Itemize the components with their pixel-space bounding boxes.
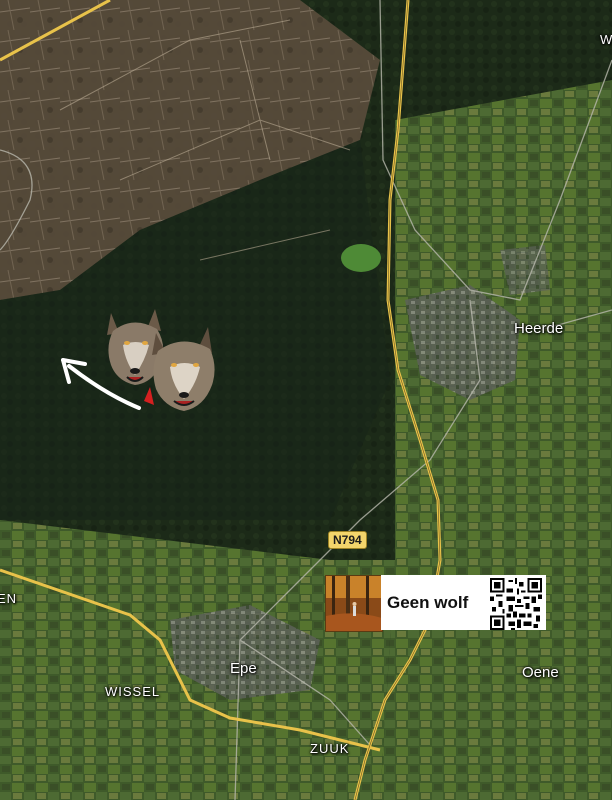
forest-photo-image	[326, 576, 382, 631]
place-label-edge-left: EN	[0, 591, 18, 606]
photo-thumbnail[interactable]	[325, 575, 383, 632]
satellite-map[interactable]: Heerde Epe Oene WISSEL ZUUK EN W N794 Ge…	[0, 0, 612, 800]
info-card[interactable]: Geen wolf	[381, 575, 546, 630]
place-label-epe: Epe	[230, 660, 257, 677]
place-label-heerde: Heerde	[514, 320, 564, 337]
qr-code-icon[interactable]	[490, 578, 542, 630]
place-label-wissel: WISSEL	[105, 684, 161, 699]
info-card-text: Geen wolf	[387, 592, 469, 612]
place-label-edge-top-right: W	[600, 32, 612, 47]
curved-arrow-icon	[61, 358, 141, 410]
place-label-zuuk: ZUUK	[310, 741, 350, 756]
place-label-oene: Oene	[522, 664, 559, 681]
road-shield-n794[interactable]: N794	[328, 531, 367, 549]
